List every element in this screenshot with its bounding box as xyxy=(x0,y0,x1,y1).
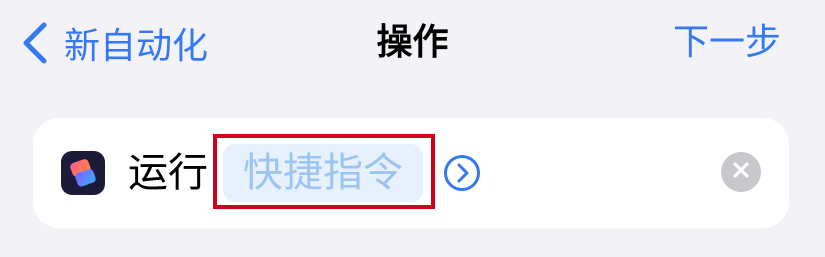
navigation-bar: 新自动化 操作 下一步 xyxy=(0,0,825,90)
clear-button[interactable] xyxy=(721,152,761,192)
action-card: 运行 快捷指令 xyxy=(33,118,789,228)
clear-x-icon xyxy=(732,161,750,183)
run-label: 运行 xyxy=(128,150,208,196)
shortcut-token[interactable]: 快捷指令 xyxy=(223,144,423,202)
next-button[interactable]: 下一步 xyxy=(673,18,781,68)
shortcuts-app-icon xyxy=(61,151,105,195)
chevron-right-circle-icon[interactable] xyxy=(443,154,481,192)
